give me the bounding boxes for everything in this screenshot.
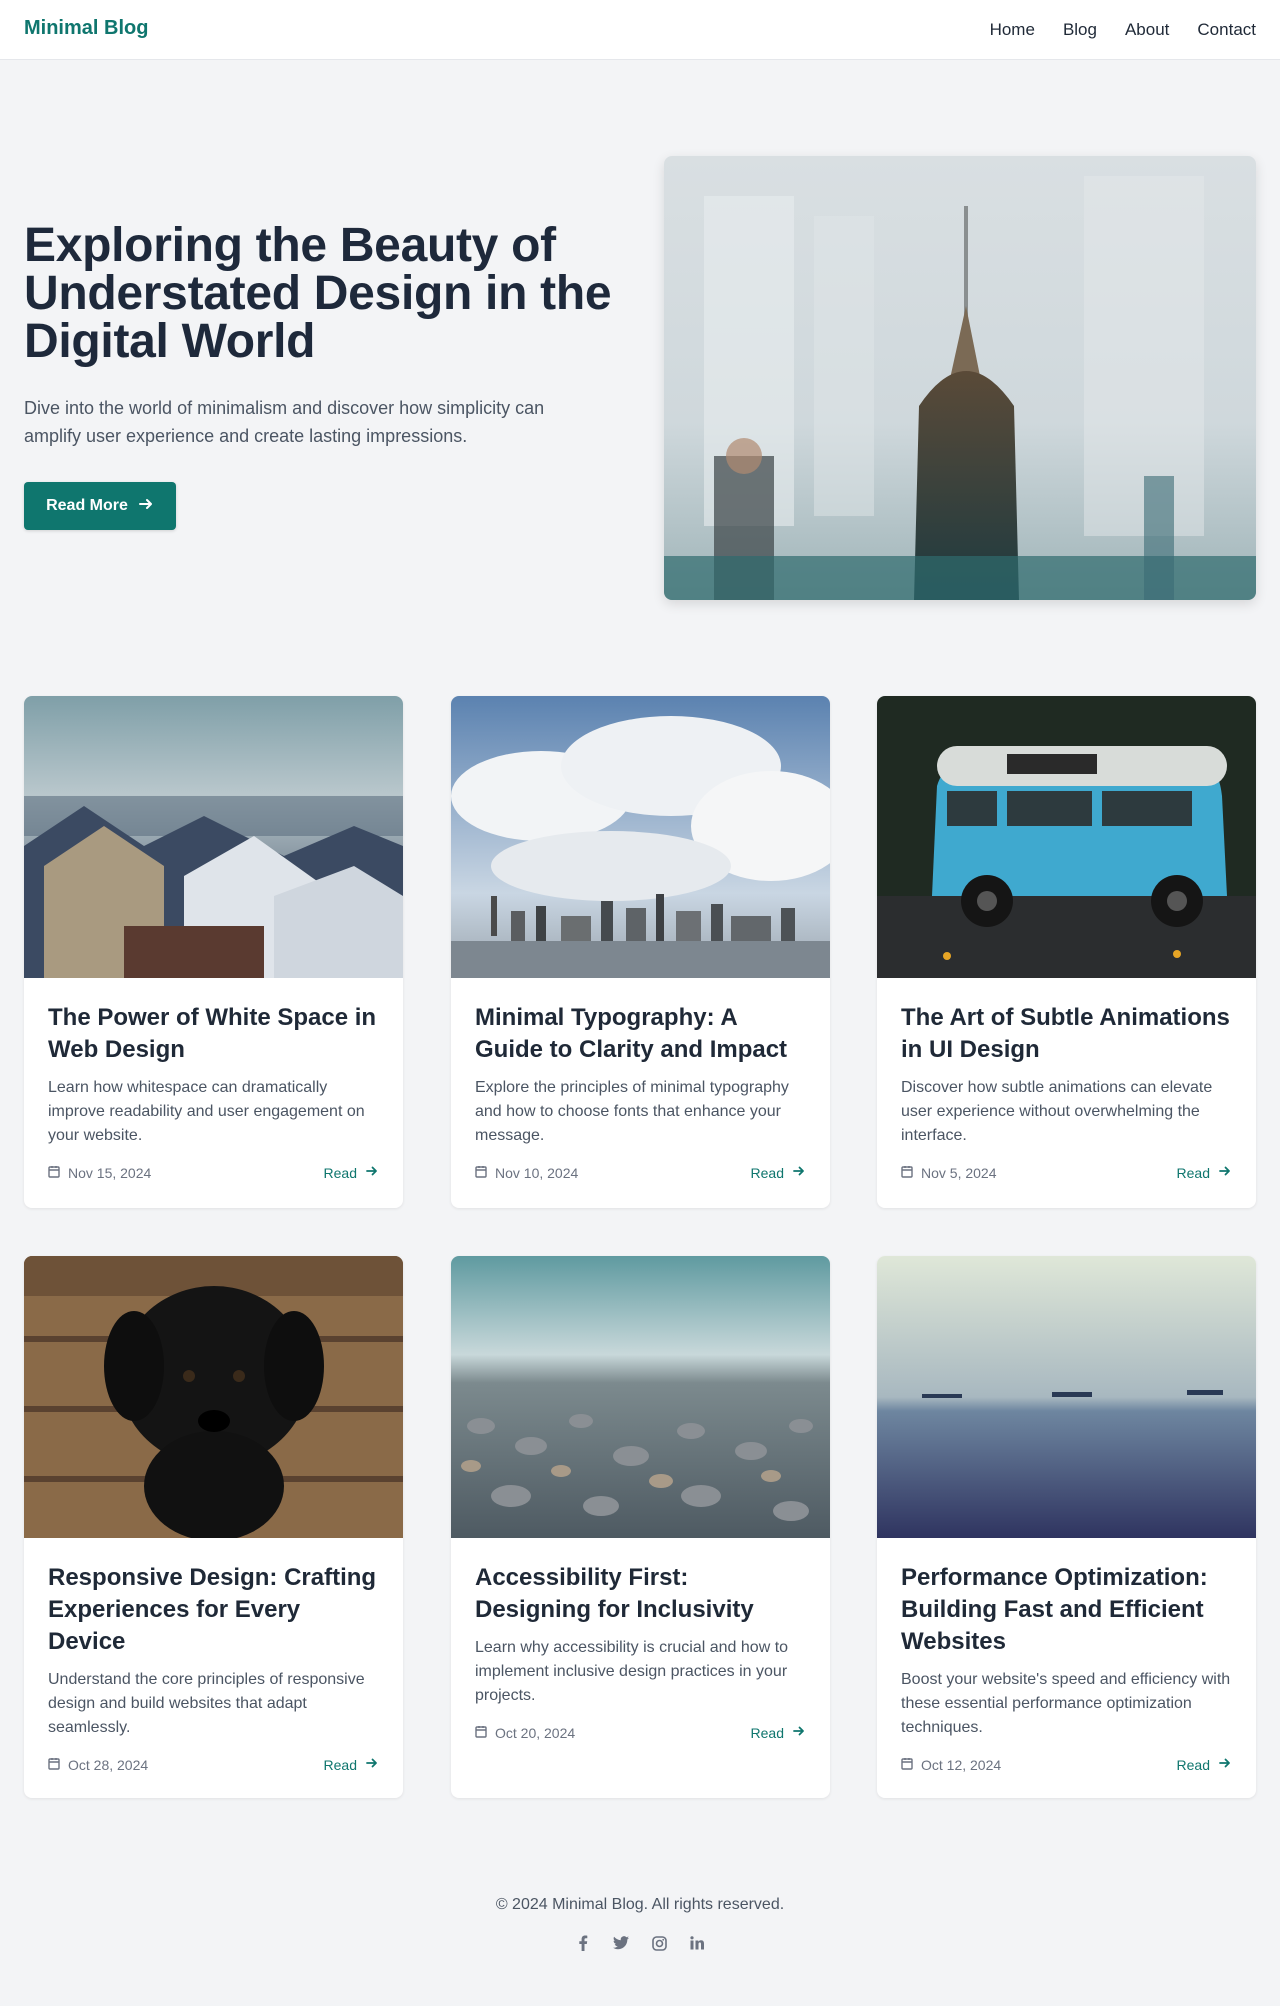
read-more-label: Read More <box>46 497 128 514</box>
calendar-icon <box>48 1165 60 1181</box>
post-date: Nov 10, 2024 <box>475 1165 578 1181</box>
post-excerpt: Learn how whitespace can dramatically im… <box>48 1079 365 1144</box>
post-date-text: Nov 15, 2024 <box>68 1164 152 1181</box>
calendar-icon <box>901 1757 913 1773</box>
post-date: Oct 20, 2024 <box>475 1725 575 1741</box>
hero-image <box>664 156 1256 600</box>
calendar-icon <box>901 1165 913 1181</box>
post-card[interactable]: Accessibility First: Designing for Inclu… <box>451 1256 830 1798</box>
post-date: Oct 28, 2024 <box>48 1757 148 1773</box>
main-nav: Home Blog About Contact <box>990 20 1256 40</box>
blue-van-photo <box>877 696 1256 978</box>
post-date-text: Oct 28, 2024 <box>68 1756 149 1773</box>
read-link[interactable]: Read <box>751 1164 806 1181</box>
post-excerpt: Explore the principles of minimal typogr… <box>475 1079 789 1144</box>
post-excerpt: Learn why accessibility is crucial and h… <box>475 1639 789 1704</box>
post-title[interactable]: Responsive Design: Crafting Experiences … <box>48 1562 379 1658</box>
post-date: Nov 15, 2024 <box>48 1165 151 1181</box>
post-card[interactable]: The Power of White Space in Web Design L… <box>24 696 403 1208</box>
calendar-icon <box>48 1757 60 1773</box>
post-card[interactable]: Responsive Design: Crafting Experiences … <box>24 1256 403 1798</box>
pebble-beach-photo <box>451 1256 830 1538</box>
arrow-right-icon <box>792 1724 806 1741</box>
sea-ships-photo <box>877 1256 1256 1538</box>
post-meta: Nov 15, 2024 Read <box>48 1164 379 1181</box>
post-title[interactable]: Accessibility First: Designing for Inclu… <box>475 1562 806 1626</box>
post-title[interactable]: Minimal Typography: A Guide to Clarity a… <box>475 1002 806 1066</box>
post-date-text: Nov 5, 2024 <box>921 1164 997 1181</box>
site-header: Minimal Blog Home Blog About Contact <box>0 0 1280 60</box>
calendar-icon <box>475 1165 487 1181</box>
arrow-right-icon <box>1218 1164 1232 1181</box>
nav-about[interactable]: About <box>1125 20 1169 40</box>
arrow-right-icon <box>365 1164 379 1181</box>
nav-blog[interactable]: Blog <box>1063 20 1097 40</box>
post-title[interactable]: The Power of White Space in Web Design <box>48 1002 379 1066</box>
read-link[interactable]: Read <box>751 1724 806 1741</box>
post-meta: Oct 28, 2024 Read <box>48 1756 379 1773</box>
nav-home[interactable]: Home <box>990 20 1035 40</box>
arrow-right-icon <box>365 1756 379 1773</box>
post-card[interactable]: Performance Optimization: Building Fast … <box>877 1256 1256 1798</box>
read-label: Read <box>323 1756 357 1773</box>
hero-title: Exploring the Beauty of Understated Desi… <box>24 219 612 368</box>
post-meta: Oct 12, 2024 Read <box>901 1756 1232 1773</box>
post-date: Oct 12, 2024 <box>901 1757 1001 1773</box>
post-excerpt: Discover how subtle animations can eleva… <box>901 1079 1213 1144</box>
instagram-icon[interactable] <box>650 1934 668 1952</box>
brand-logo[interactable]: Minimal Blog <box>24 17 148 40</box>
read-label: Read <box>323 1164 357 1181</box>
footer-copyright: © 2024 Minimal Blog. All rights reserved… <box>495 1896 785 1913</box>
read-label: Read <box>750 1724 784 1741</box>
post-meta: Nov 5, 2024 Read <box>901 1164 1232 1181</box>
city-skyline-clouds-photo <box>451 696 830 978</box>
read-more-button[interactable]: Read More <box>24 482 176 530</box>
hero-subtitle: Dive into the world of minimalism and di… <box>24 398 545 446</box>
post-title[interactable]: The Art of Subtle Animations in UI Desig… <box>901 1002 1232 1066</box>
read-label: Read <box>1176 1756 1210 1773</box>
twitter-icon[interactable] <box>612 1934 630 1952</box>
post-date-text: Oct 20, 2024 <box>495 1724 576 1741</box>
calendar-icon <box>475 1725 487 1741</box>
post-card[interactable]: The Art of Subtle Animations in UI Desig… <box>877 696 1256 1208</box>
arrow-right-icon <box>792 1164 806 1181</box>
read-link[interactable]: Read <box>1177 1164 1232 1181</box>
post-excerpt: Understand the core principles of respon… <box>48 1671 365 1736</box>
post-meta: Nov 10, 2024 Read <box>475 1164 806 1181</box>
social-links <box>0 1934 1280 1952</box>
snowy-rooftops-photo <box>24 696 403 978</box>
post-excerpt: Boost your website's speed and efficienc… <box>901 1671 1231 1736</box>
linkedin-icon[interactable] <box>688 1934 706 1952</box>
arrow-right-icon <box>138 496 154 517</box>
post-card[interactable]: Minimal Typography: A Guide to Clarity a… <box>451 696 830 1208</box>
read-link[interactable]: Read <box>324 1164 379 1181</box>
read-link[interactable]: Read <box>1177 1756 1232 1773</box>
nav-contact[interactable]: Contact <box>1197 20 1256 40</box>
read-link[interactable]: Read <box>324 1756 379 1773</box>
black-puppy-photo <box>24 1256 403 1538</box>
post-date: Nov 5, 2024 <box>901 1165 997 1181</box>
read-label: Read <box>750 1164 784 1181</box>
arrow-right-icon <box>1218 1756 1232 1773</box>
read-label: Read <box>1176 1164 1210 1181</box>
post-date-text: Oct 12, 2024 <box>921 1756 1002 1773</box>
post-date-text: Nov 10, 2024 <box>495 1164 579 1181</box>
post-title[interactable]: Performance Optimization: Building Fast … <box>901 1562 1232 1658</box>
post-meta: Oct 20, 2024 Read <box>475 1724 806 1741</box>
facebook-icon[interactable] <box>574 1934 592 1952</box>
